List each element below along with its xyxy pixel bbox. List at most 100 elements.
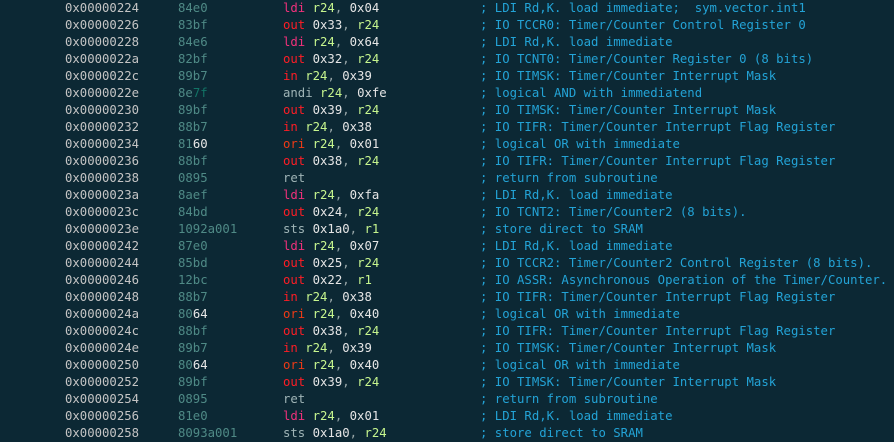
immediate-operand: 0x38: [342, 120, 372, 134]
instruction: sts 0x1a0, r1: [283, 221, 379, 238]
opcode-bytes: 89bf: [178, 375, 208, 389]
mnemonic: out: [283, 103, 306, 117]
address: 0x00000254: [65, 392, 140, 406]
disasm-row[interactable]: 0x00000250 8064 ori r24, 0x40 ; logical OR …: [0, 357, 894, 374]
operand-separator: ,: [349, 426, 358, 440]
register-operand: r24: [357, 154, 380, 168]
operand-separator: ,: [334, 409, 343, 423]
operand-separator: ,: [334, 239, 343, 253]
comment: ; logical OR with immediate: [480, 358, 680, 372]
disasm-row[interactable]: 0x00000246 12bc out 0x22, r1 ; IO ASSR: Asy…: [0, 272, 894, 289]
register-operand: r24: [305, 341, 328, 355]
disasm-row[interactable]: 0x0000022c 89b7 in r24, 0x39 ; IO TIMSK: Ti…: [0, 68, 894, 85]
register-operand: r24: [312, 137, 335, 151]
mnemonic: ldi: [283, 409, 306, 423]
comment: ; IO TIFR: Timer/Counter Interrupt Flag …: [480, 154, 836, 168]
disasm-row[interactable]: 0x00000228 84e6 ldi r24, 0x64 ; LDI Rd,K. l…: [0, 34, 894, 51]
operand-separator: ,: [342, 154, 350, 168]
register-operand: r24: [364, 426, 387, 440]
comment: ; IO TIMSK: Timer/Counter Interrupt Mask: [480, 375, 777, 389]
mnemonic: ldi: [283, 188, 306, 202]
disasm-row[interactable]: 0x00000234 8160 ori r24, 0x01 ; logical OR …: [0, 136, 894, 153]
mnemonic: out: [283, 52, 306, 66]
address: 0x0000023e: [65, 222, 140, 236]
address: 0x00000236: [65, 154, 140, 168]
disasm-row[interactable]: 0x0000022a 82bf out 0x32, r24 ; IO TCNT0: T…: [0, 51, 894, 68]
operand-separator: ,: [342, 18, 350, 32]
disasm-row[interactable]: 0x00000230 89bf out 0x39, r24 ; IO TIMSK: T…: [0, 102, 894, 119]
opcode-bytes: 1092a001: [178, 222, 238, 236]
immediate-operand: 0x38: [342, 290, 372, 304]
disasm-row[interactable]: 0x00000254 0895 ret ; return from subroutin…: [0, 391, 894, 408]
register-operand: r24: [312, 1, 335, 15]
instruction: ori r24, 0x40: [283, 306, 379, 323]
opcode-bytes: 85bd: [178, 256, 208, 270]
mnemonic: out: [283, 205, 306, 219]
disasm-row[interactable]: 0x00000238 0895 ret ; return from subroutin…: [0, 170, 894, 187]
address: 0x0000023a: [65, 188, 140, 202]
instruction: ori r24, 0x40: [283, 357, 379, 374]
instruction: ret: [283, 391, 305, 408]
disasm-row[interactable]: 0x0000023c 84bd out 0x24, r24 ; IO TCNT2: T…: [0, 204, 894, 221]
disasm-row[interactable]: 0x0000024a 8064 ori r24, 0x40 ; logical OR …: [0, 306, 894, 323]
disasm-row[interactable]: 0x0000024c 88bf out 0x38, r24 ; IO TIFR: Ti…: [0, 323, 894, 340]
opcode-bytes: 81e0: [178, 409, 208, 423]
comment: ; return from subroutine: [480, 392, 658, 406]
register-operand: r24: [312, 307, 335, 321]
address: 0x00000246: [65, 273, 140, 287]
immediate-operand: 0x1a0: [312, 222, 350, 236]
comment: ; IO TCCR2: Timer/Counter2 Control Regis…: [480, 256, 873, 270]
comment: ; return from subroutine: [480, 171, 658, 185]
operand-separator: ,: [327, 120, 335, 134]
operand-separator: ,: [327, 290, 335, 304]
mnemonic: out: [283, 375, 306, 389]
instruction: ori r24, 0x01: [283, 136, 379, 153]
opcode-bytes: 8160: [178, 137, 208, 151]
operand-separator: ,: [342, 256, 350, 270]
disasm-row[interactable]: 0x00000232 88b7 in r24, 0x38 ; IO TIFR: Tim…: [0, 119, 894, 136]
mnemonic: in: [283, 290, 298, 304]
register-operand: r24: [312, 239, 335, 253]
disasm-row[interactable]: 0x0000023a 8aef ldi r24, 0xfa ; LDI Rd,K. l…: [0, 187, 894, 204]
disasm-row[interactable]: 0x00000252 89bf out 0x39, r24 ; IO TIMSK: T…: [0, 374, 894, 391]
comment: ; IO TCNT2: Timer/Counter2 (8 bits).: [480, 205, 747, 219]
mnemonic: ldi: [283, 35, 306, 49]
immediate-operand: 0x22: [312, 273, 343, 287]
address: 0x00000224: [65, 1, 140, 15]
disasm-row[interactable]: 0x0000024e 89b7 in r24, 0x39 ; IO TIMSK: Ti…: [0, 340, 894, 357]
opcode-bytes: 82bf: [178, 52, 208, 66]
instruction: out 0x33, r24: [283, 17, 379, 34]
disasm-row[interactable]: 0x00000242 87e0 ldi r24, 0x07 ; LDI Rd,K. l…: [0, 238, 894, 255]
disasm-row[interactable]: 0x0000023e 1092a001 sts 0x1a0, r1 ; store d…: [0, 221, 894, 238]
register-operand: r24: [305, 290, 328, 304]
instruction: out 0x38, r24: [283, 323, 379, 340]
immediate-operand: 0x1a0: [312, 426, 350, 440]
operand-separator: ,: [334, 137, 343, 151]
mnemonic: andi: [283, 86, 313, 100]
disasm-row[interactable]: 0x00000244 85bd out 0x25, r24 ; IO TCCR2: T…: [0, 255, 894, 272]
disasm-row[interactable]: 0x0000022e 8e7f andi r24, 0xfe ; logical AN…: [0, 85, 894, 102]
instruction: in r24, 0x39: [283, 340, 372, 357]
address: 0x0000024c: [65, 324, 140, 338]
address: 0x0000022e: [65, 86, 140, 100]
register-operand: r24: [320, 86, 343, 100]
mnemonic: in: [283, 69, 298, 83]
comment: ; IO TIFR: Timer/Counter Interrupt Flag …: [480, 324, 836, 338]
mnemonic: ret: [283, 171, 306, 185]
immediate-operand: 0x25: [312, 256, 343, 270]
instruction: in r24, 0x38: [283, 289, 372, 306]
comment: ; logical AND with immediatend: [480, 86, 703, 100]
comment: ; logical OR with immediate: [480, 137, 680, 151]
disasm-row[interactable]: 0x00000256 81e0 ldi r24, 0x01 ; LDI Rd,K. l…: [0, 408, 894, 425]
disasm-row[interactable]: 0x00000248 88b7 in r24, 0x38 ; IO TIFR: Tim…: [0, 289, 894, 306]
disasm-row[interactable]: 0x00000224 84e0 ldi r24, 0x04 ; LDI Rd,K. l…: [0, 0, 894, 17]
operand-separator: ,: [342, 375, 350, 389]
disasm-row[interactable]: 0x00000236 88bf out 0x38, r24 ; IO TIFR: Ti…: [0, 153, 894, 170]
disasm-row[interactable]: 0x00000226 83bf out 0x33, r24 ; IO TCCR0: T…: [0, 17, 894, 34]
instruction: in r24, 0x39: [283, 68, 372, 85]
immediate-operand: 0x33: [312, 18, 343, 32]
opcode-bytes-highlight: 7f: [192, 86, 208, 100]
operand-separator: ,: [334, 188, 343, 202]
register-operand: r24: [357, 103, 380, 117]
opcode-bytes: 88b7: [178, 290, 208, 304]
